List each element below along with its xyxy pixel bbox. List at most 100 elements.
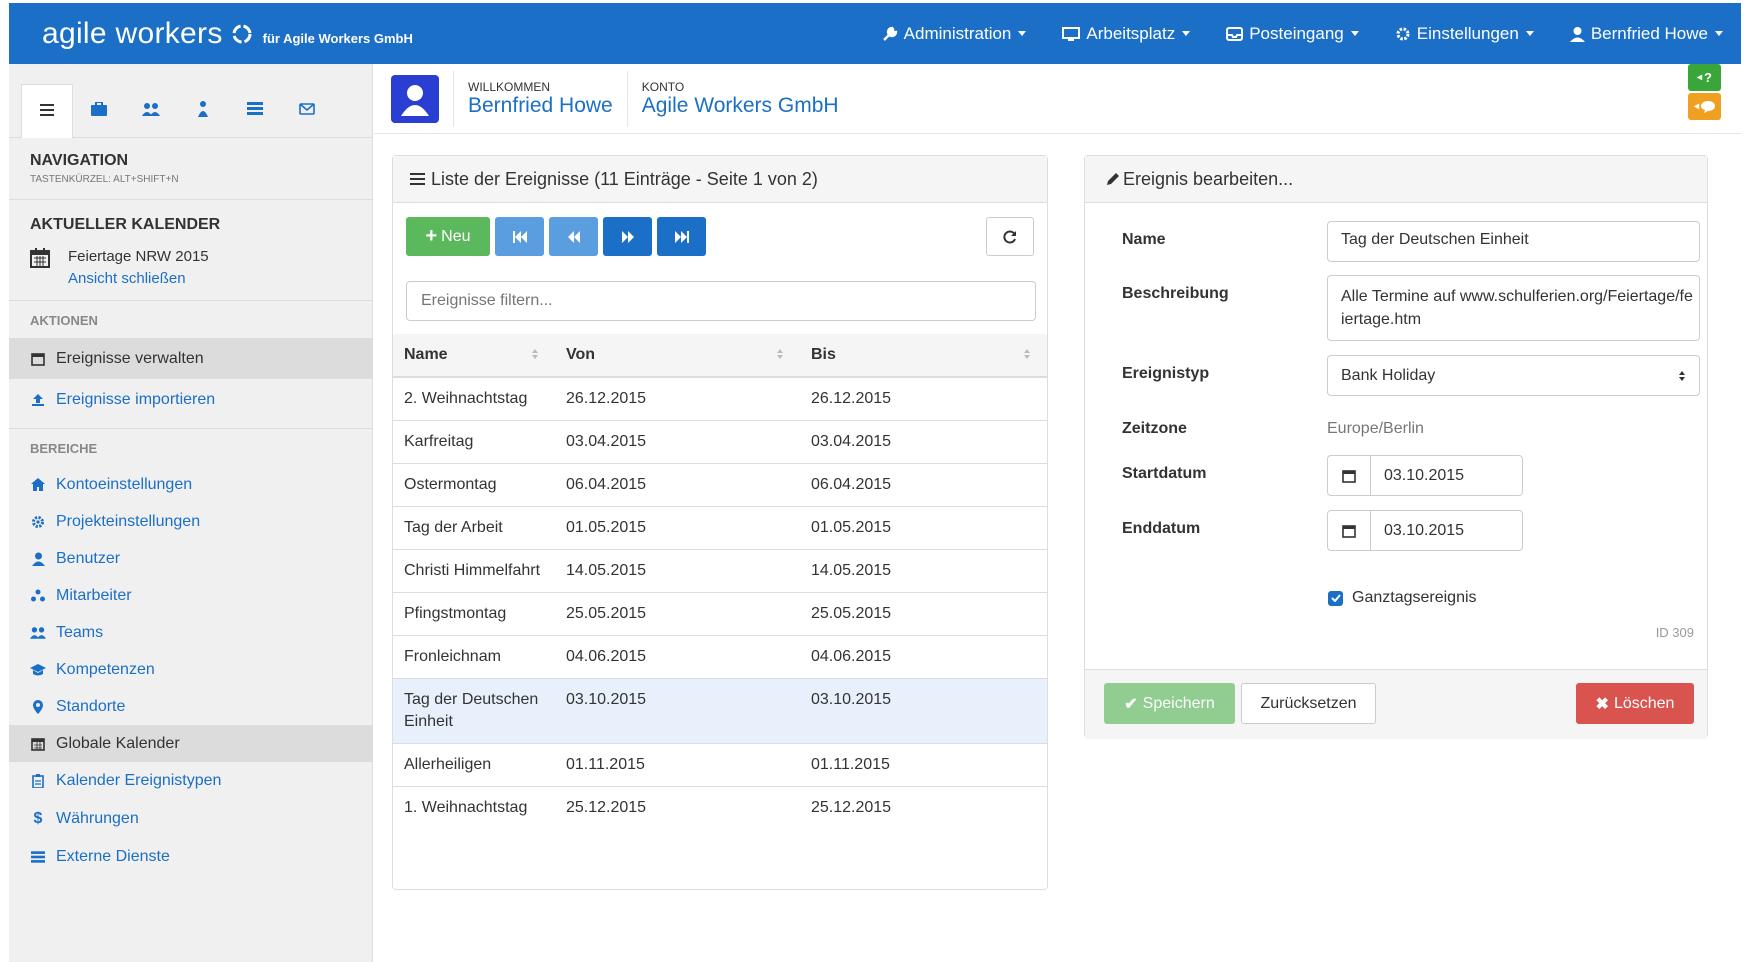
- cell-from: 01.05.2015: [555, 506, 800, 550]
- end-date-input[interactable]: 03.10.2015: [1371, 510, 1523, 551]
- company-subtitle: für Agile Workers GmbH: [262, 30, 413, 46]
- tab-services[interactable]: [229, 85, 281, 137]
- end-date-calendar-button[interactable]: [1327, 510, 1371, 551]
- table-row[interactable]: Fronleichnam 04.06.2015 04.06.2015: [393, 635, 1047, 679]
- table-row[interactable]: 1. Weihnachtstag 25.12.2015 25.12.2015: [393, 786, 1047, 829]
- account-header: WILLKOMMEN Bernfried Howe KONTO Agile Wo…: [374, 64, 1741, 134]
- column-header-to[interactable]: Bis: [800, 334, 1047, 378]
- column-header-from[interactable]: Von: [555, 334, 800, 378]
- description-textarea[interactable]: Alle Termine auf www.schulferien.org/Fei…: [1327, 275, 1700, 341]
- tab-teams[interactable]: [125, 85, 177, 137]
- sidebar-item-import-events[interactable]: Ereignisse importieren: [9, 379, 372, 420]
- sidebar-item-locations[interactable]: Standorte: [9, 688, 372, 725]
- gear-icon: [30, 515, 46, 529]
- sidebar-item-project-settings[interactable]: Projekteinstellungen: [9, 503, 372, 540]
- cell-from: 25.12.2015: [555, 786, 800, 829]
- table-row[interactable]: Pfingstmontag 25.05.2015 25.05.2015: [393, 592, 1047, 636]
- check-icon: ✔: [1124, 695, 1138, 713]
- sidebar-item-label: Projekteinstellungen: [56, 512, 201, 530]
- end-date-label: Enddatum: [1122, 520, 1201, 537]
- end-date-picker[interactable]: 03.10.2015: [1327, 510, 1523, 551]
- table-row[interactable]: Christi Himmelfahrt 14.05.2015 14.05.2015: [393, 549, 1047, 593]
- top-navbar: agile workers für Agile Workers GmbH Adm…: [9, 3, 1741, 64]
- sidebar: NAVIGATION TASTENKÜRZEL: ALT+SHIFT+N AKT…: [9, 64, 373, 962]
- timezone-label: Zeitzone: [1122, 420, 1187, 437]
- start-date-calendar-button[interactable]: [1327, 455, 1371, 496]
- first-page-button[interactable]: [495, 217, 544, 256]
- users-icon: [30, 626, 46, 639]
- table-row[interactable]: Ostermontag 06.04.2015 06.04.2015: [393, 463, 1047, 507]
- description-row: Beschreibung Alle Termine auf www.schulf…: [1122, 275, 1702, 341]
- cell-to: 26.12.2015: [800, 376, 1047, 421]
- event-type-select[interactable]: Bank Holiday: [1327, 355, 1700, 396]
- next-page-button[interactable]: [603, 217, 652, 256]
- start-date-row: Startdatum 03.10.2015: [1122, 455, 1702, 496]
- event-filter-input[interactable]: [406, 281, 1036, 321]
- event-type-value: Bank Holiday: [1341, 366, 1436, 384]
- cell-name: Fronleichnam: [393, 635, 555, 679]
- tab-employees[interactable]: [177, 85, 229, 137]
- column-header-name[interactable]: Name: [393, 334, 555, 378]
- table-row[interactable]: Karfreitag 03.04.2015 03.04.2015: [393, 420, 1047, 464]
- sidebar-item-employees[interactable]: Mitarbeiter: [9, 577, 372, 614]
- areas-label: BEREICHE: [30, 441, 98, 456]
- current-calendar-title: AKTUELLER KALENDER: [30, 216, 221, 233]
- name-label: Name: [1122, 231, 1166, 248]
- start-date-input[interactable]: 03.10.2015: [1371, 455, 1523, 496]
- reset-button[interactable]: Zurücksetzen: [1241, 683, 1376, 724]
- tab-mail[interactable]: [281, 85, 333, 137]
- tab-projects[interactable]: [73, 85, 125, 137]
- sidebar-item-external-services[interactable]: Externe Dienste: [9, 838, 372, 875]
- menu-administration[interactable]: Administration: [864, 3, 1045, 64]
- cell-from: 04.06.2015: [555, 635, 800, 679]
- table-row[interactable]: Allerheiligen 01.11.2015 01.11.2015: [393, 743, 1047, 787]
- save-button[interactable]: ✔ Speichern: [1104, 683, 1235, 724]
- feedback-button[interactable]: ◂: [1688, 93, 1721, 120]
- sort-icon: [1024, 349, 1030, 359]
- table-row[interactable]: Tag der Arbeit 01.05.2015 01.05.2015: [393, 506, 1047, 550]
- person-icon: [196, 100, 210, 122]
- event-editor-header: Ereignis bearbeiten...: [1085, 156, 1707, 203]
- sidebar-item-teams[interactable]: Teams: [9, 614, 372, 651]
- brand[interactable]: agile workers für Agile Workers GmbH: [9, 17, 413, 51]
- sidebar-item-manage-events[interactable]: Ereignisse verwalten: [9, 338, 372, 379]
- close-view-link[interactable]: Ansicht schließen: [68, 268, 209, 290]
- sidebar-item-calendar-event-types[interactable]: Kalender Ereignistypen: [9, 762, 372, 799]
- sidebar-item-competences[interactable]: Kompetenzen: [9, 651, 372, 688]
- all-day-checkbox[interactable]: [1328, 590, 1343, 606]
- table-row[interactable]: 2. Weihnachtstag 26.12.2015 26.12.2015: [393, 376, 1047, 421]
- menu-einstellungen[interactable]: Einstellungen: [1377, 3, 1552, 64]
- table-row-selected[interactable]: Tag der Deutschen Einheit 03.10.2015 03.10…: [393, 678, 1047, 744]
- help-button[interactable]: ◂?: [1688, 64, 1721, 91]
- menu-user-label: Bernfried Howe: [1590, 23, 1708, 43]
- previous-page-button[interactable]: [549, 217, 598, 256]
- menu-arbeitsplatz[interactable]: Arbeitsplatz: [1044, 3, 1208, 64]
- cell-name: Tag der Deutschen Einheit: [393, 678, 555, 744]
- menu-posteingang-label: Posteingang: [1249, 23, 1344, 43]
- menu-user[interactable]: Bernfried Howe: [1552, 3, 1741, 64]
- monitor-icon: [1062, 26, 1081, 42]
- start-date-picker[interactable]: 03.10.2015: [1327, 455, 1523, 496]
- help-badge: ?: [1704, 70, 1712, 85]
- refresh-button[interactable]: [986, 217, 1034, 256]
- all-day-row: Ganztagsereignis: [1328, 589, 1477, 607]
- delete-button[interactable]: ✖ Löschen: [1576, 683, 1694, 724]
- sidebar-item-account-settings[interactable]: Kontoeinstellungen: [9, 466, 372, 503]
- last-page-button[interactable]: [657, 217, 706, 256]
- new-button[interactable]: + Neu: [406, 217, 490, 256]
- gear-icon: [1395, 26, 1411, 42]
- account-name[interactable]: Agile Workers GmbH: [642, 94, 839, 118]
- column-header-label: Name: [404, 346, 448, 363]
- sidebar-item-global-calendars[interactable]: Globale Kalender: [9, 725, 372, 762]
- cell-from: 01.11.2015: [555, 743, 800, 787]
- name-input[interactable]: Tag der Deutschen Einheit: [1327, 221, 1700, 262]
- tab-navigation[interactable]: [21, 84, 73, 138]
- sidebar-item-currencies[interactable]: $ Währungen: [9, 799, 372, 838]
- account-label: KONTO: [641, 79, 685, 94]
- select-arrows-icon: [1679, 370, 1685, 381]
- sidebar-item-users[interactable]: Benutzer: [9, 540, 372, 577]
- menu-posteingang[interactable]: Posteingang: [1208, 3, 1377, 64]
- user-name[interactable]: Bernfried Howe: [468, 94, 613, 118]
- avatar[interactable]: [391, 74, 439, 123]
- description-text: Alle Termine auf www.schulferien.org/Fei…: [1341, 288, 1693, 328]
